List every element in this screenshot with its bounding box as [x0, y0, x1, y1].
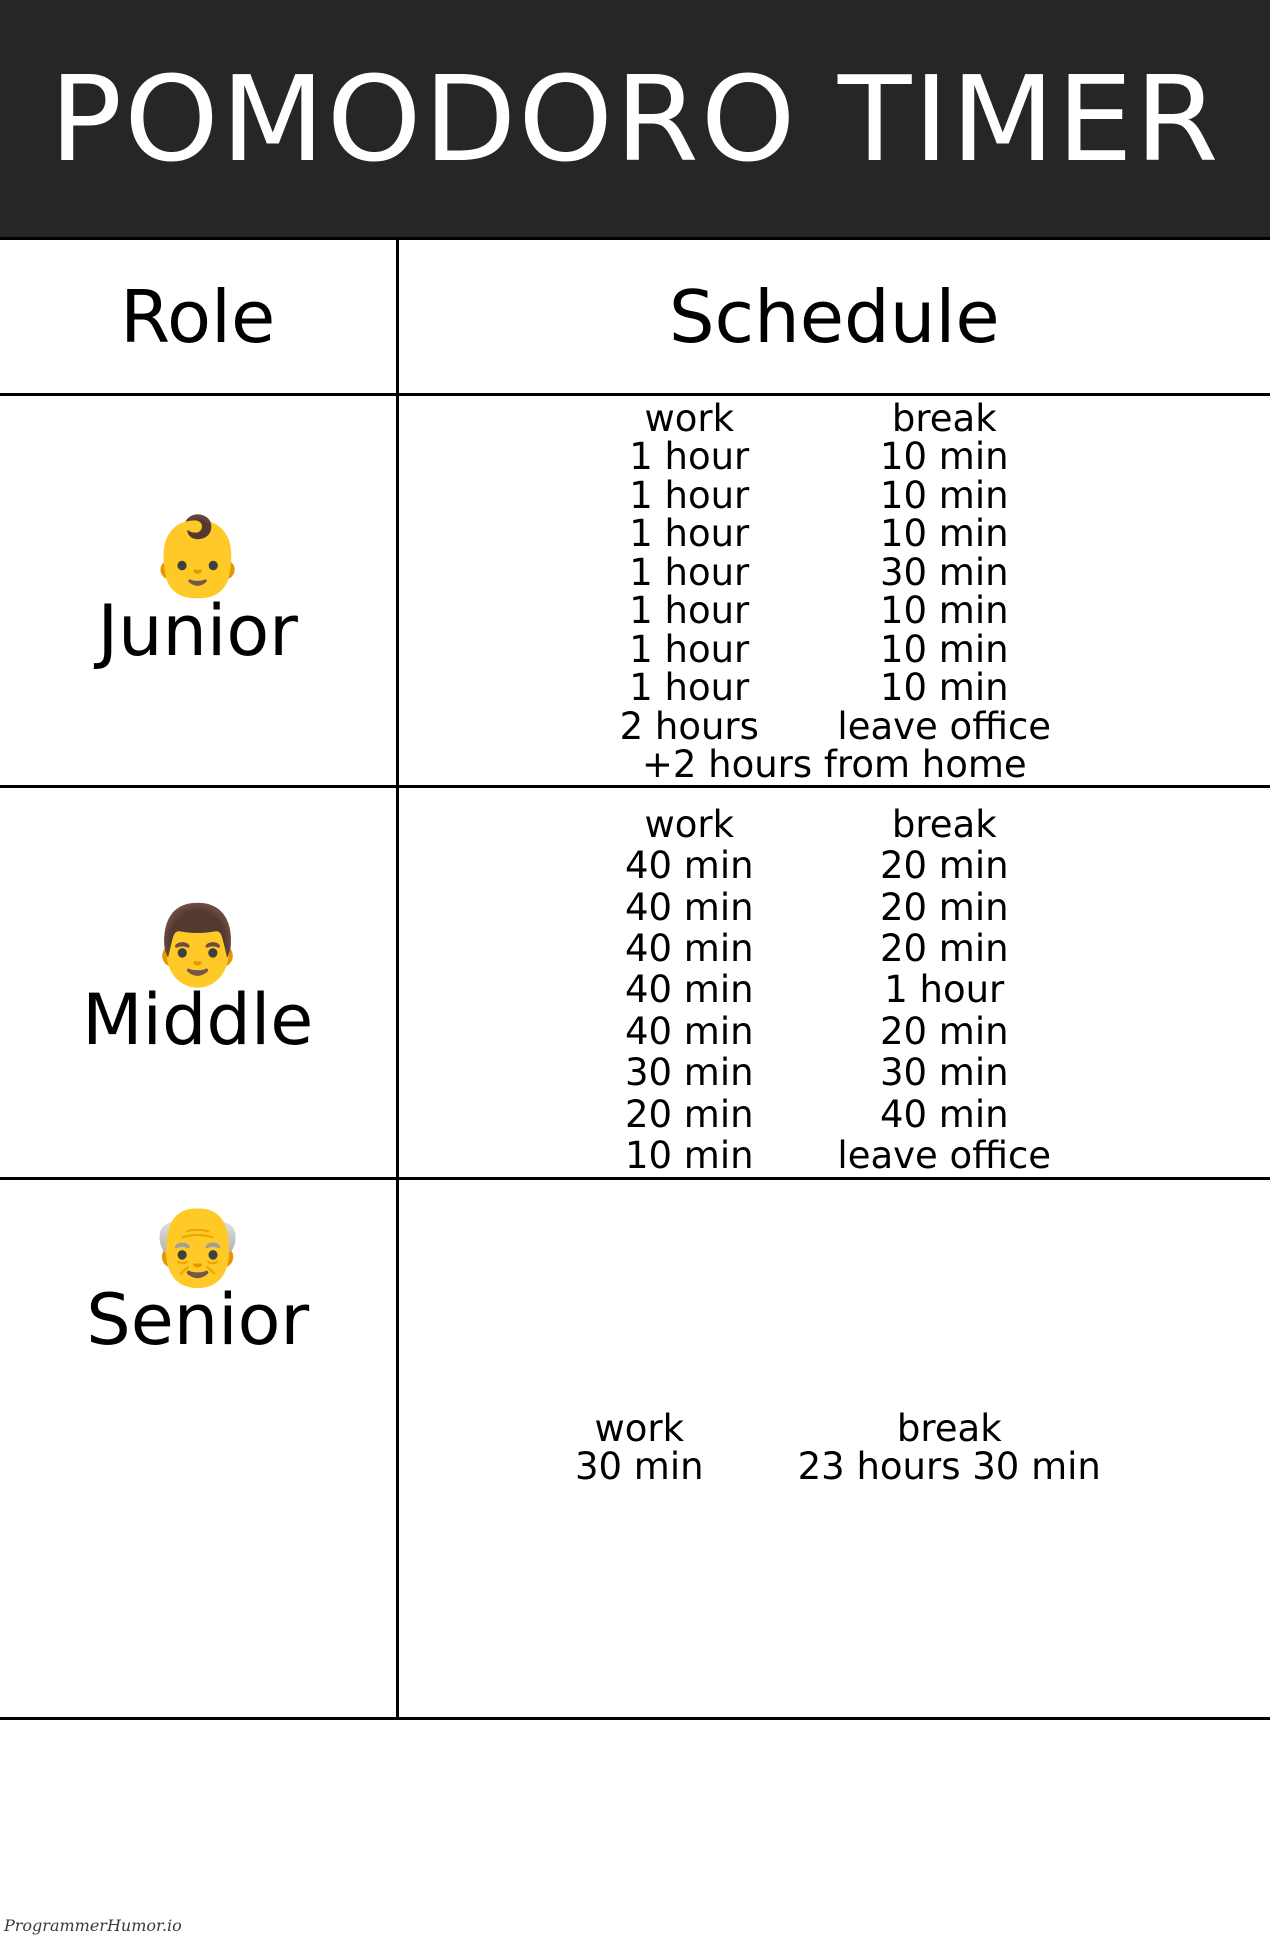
break-column-label: break	[896, 1406, 1002, 1450]
work-duration: 1 hour	[629, 550, 750, 594]
schedule-entry: 1 hour 10 min	[399, 666, 1270, 710]
break-duration: 30 min	[879, 550, 1009, 594]
schedule-entry: 1 hour 10 min	[399, 435, 1270, 479]
break-duration: 20 min	[879, 885, 1009, 929]
schedule-entry: 20 min 40 min	[399, 1092, 1270, 1136]
schedule-footnote: +2 hours from home	[641, 743, 1027, 787]
break-duration: 20 min	[879, 1009, 1009, 1053]
break-duration: 10 min	[879, 473, 1009, 517]
break-column-label: break	[891, 397, 997, 440]
break-duration: 10 min	[879, 666, 1009, 710]
work-duration: 40 min	[624, 927, 754, 970]
schedule-cell-middle: work break 40 min 20 min 40 min 20 min 4…	[395, 784, 1270, 1180]
schedule-entry: 1 hour 30 min	[399, 550, 1270, 594]
work-duration: 40 min	[624, 1009, 754, 1053]
break-duration: leave office	[837, 1134, 1052, 1178]
work-duration: 1 hour	[629, 666, 750, 710]
role-label-middle: Middle	[82, 979, 314, 1062]
break-duration: 10 min	[879, 627, 1009, 671]
title-banner: POMODORO TIMER	[0, 0, 1270, 237]
schedule-list-senior: work break 30 min 23 hours 30 min	[399, 1406, 1270, 1489]
schedule-entry: 1 hour 10 min	[399, 473, 1270, 517]
work-duration: 40 min	[624, 844, 754, 888]
schedule-entry: 1 hour 10 min	[399, 589, 1270, 633]
work-duration: 30 min	[624, 1051, 754, 1095]
break-duration: 10 min	[879, 435, 1009, 479]
schedule-column-labels: work break	[399, 1406, 1270, 1450]
role-cell-junior: 👶 Junior	[0, 393, 399, 788]
work-duration: 20 min	[624, 1092, 754, 1136]
role-label-junior: Junior	[97, 589, 298, 672]
work-duration: 1 hour	[629, 627, 750, 671]
schedule-entry: 1 hour 10 min	[399, 627, 1270, 671]
break-duration: 30 min	[879, 1051, 1009, 1095]
schedule-list-junior: work break 1 hour 10 min 1 hour 10 min 1…	[399, 397, 1270, 787]
break-duration: 40 min	[879, 1092, 1009, 1136]
break-duration: 10 min	[879, 512, 1009, 556]
work-duration: 10 min	[624, 1134, 754, 1178]
break-duration: 10 min	[879, 589, 1009, 633]
work-duration: 1 hour	[629, 512, 750, 556]
schedule-entry: 30 min 23 hours 30 min	[399, 1445, 1270, 1489]
work-duration: 40 min	[624, 968, 754, 1012]
role-cell-senior: 👴 Senior	[0, 1176, 399, 1720]
schedule-column-labels: work break	[399, 397, 1270, 440]
schedule-entry: 40 min 20 min	[399, 885, 1270, 929]
schedule-entry: 1 hour 10 min	[399, 512, 1270, 556]
schedule-entry: 2 hours leave office	[399, 704, 1270, 748]
pomodoro-schedule-table: Role Schedule 👶 Junior work break 1 hour…	[0, 237, 1270, 1720]
work-duration: 2 hours	[619, 704, 759, 748]
man-face-emoji: 👨	[149, 901, 247, 992]
schedule-entry: 40 min 20 min	[399, 1009, 1270, 1053]
table-row: 👶 Junior work break 1 hour 10 min 1 hour	[0, 393, 1270, 788]
column-header-schedule: Schedule	[395, 237, 1270, 396]
watermark: ProgrammerHumor.io	[2, 1916, 184, 1935]
break-column-label: break	[891, 802, 997, 846]
break-duration: 20 min	[879, 927, 1009, 970]
table-header-row: Role Schedule	[0, 237, 1270, 396]
schedule-list-middle: work break 40 min 20 min 40 min 20 min 4…	[399, 802, 1270, 1178]
work-duration: 1 hour	[629, 473, 750, 517]
old-man-face-emoji: 👴	[149, 1200, 247, 1291]
schedule-entry: 40 min 20 min	[399, 844, 1270, 888]
schedule-entry: 40 min 20 min	[399, 927, 1270, 970]
schedule-cell-senior: work break 30 min 23 hours 30 min	[395, 1176, 1270, 1720]
work-duration: 40 min	[624, 885, 754, 929]
page-title: POMODORO TIMER	[49, 49, 1221, 188]
work-duration: 1 hour	[629, 589, 750, 633]
schedule-entry: 10 min leave office	[399, 1134, 1270, 1178]
break-duration: 23 hours 30 min	[797, 1445, 1101, 1489]
baby-face-emoji: 👶	[149, 511, 247, 602]
work-duration: 30 min	[574, 1445, 704, 1489]
work-column-label: work	[644, 397, 735, 440]
break-duration: 20 min	[879, 844, 1009, 888]
schedule-column-labels: work break	[399, 802, 1270, 846]
column-header-role: Role	[0, 237, 399, 396]
schedule-footnote-row: +2 hours from home	[399, 743, 1270, 787]
schedule-entry: 30 min 30 min	[399, 1051, 1270, 1095]
work-duration: 1 hour	[629, 435, 750, 479]
table-row: 👴 Senior work break 30 min 23 hours 30 m…	[0, 1176, 1270, 1720]
break-duration: 1 hour	[884, 968, 1005, 1012]
work-column-label: work	[644, 802, 735, 846]
schedule-entry: 40 min 1 hour	[399, 968, 1270, 1012]
table-row: 👨 Middle work break 40 min 20 min 40 min	[0, 784, 1270, 1180]
schedule-cell-junior: work break 1 hour 10 min 1 hour 10 min 1…	[395, 393, 1270, 788]
break-duration: leave office	[837, 704, 1052, 748]
role-cell-middle: 👨 Middle	[0, 784, 399, 1180]
work-column-label: work	[594, 1406, 685, 1450]
role-label-senior: Senior	[86, 1278, 310, 1361]
